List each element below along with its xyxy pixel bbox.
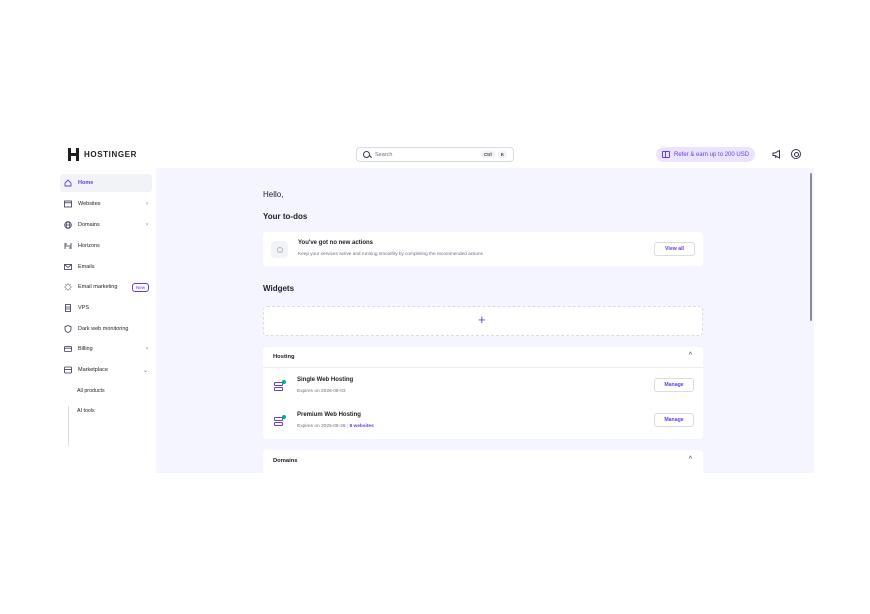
sidebar-item-label: Domains (78, 222, 100, 228)
shortcut-key-k: K (497, 151, 507, 158)
search-bar[interactable]: Search Ctrl K (356, 147, 514, 162)
marketing-icon (64, 283, 72, 291)
divider (263, 367, 703, 368)
hosting-expiry: Expires on 2026-08-03 (297, 389, 346, 394)
megaphone-icon[interactable] (772, 149, 782, 159)
search-input[interactable]: Search (375, 152, 478, 158)
chevron-right-icon: › (146, 201, 148, 207)
submenu-item-ai-tools[interactable]: AI tools (77, 408, 95, 414)
sidebar-item-label: Emails (78, 264, 95, 270)
manage-button[interactable]: Manage (654, 413, 694, 427)
sidebar-item-emails[interactable]: Emails (60, 258, 152, 276)
hosting-plan-name[interactable]: Premium Web Hosting (297, 412, 361, 418)
sidebar-item-dark-web-monitoring[interactable]: Dark web monitoring (60, 320, 152, 338)
sidebar-item-label: Dark web monitoring (78, 326, 129, 332)
main-content: Hello, Your to-dos You've got no new act… (156, 168, 814, 473)
search-icon (363, 150, 371, 159)
hosting-server-icon (274, 415, 286, 427)
sidebar-item-label: Horizons (78, 243, 100, 249)
credit-card-icon (64, 346, 72, 352)
plus-icon: + (478, 312, 486, 327)
app-window: HOSTINGER Search Ctrl K Refer & earn up … (57, 140, 814, 473)
hosting-plan-name[interactable]: Single Web Hosting (297, 377, 353, 383)
horizons-icon (64, 243, 72, 249)
greeting: Hello, (263, 190, 284, 199)
todos-heading: Your to-dos (263, 212, 308, 221)
websites-link[interactable]: 8 websites (349, 424, 373, 429)
chevron-right-icon: › (146, 222, 148, 228)
chevron-down-icon: ⌄ (142, 367, 148, 374)
sidebar-item-label: Email marketing (78, 284, 118, 290)
mail-icon (64, 264, 72, 270)
sidebar-item-vps[interactable]: VPS (60, 299, 152, 317)
gift-icon (662, 151, 670, 158)
hostinger-logo[interactable]: HOSTINGER (68, 148, 137, 161)
store-icon (64, 366, 72, 374)
sidebar-item-label: Billing (78, 346, 93, 352)
refer-earn-button[interactable]: Refer & earn up to 200 USD (656, 147, 756, 162)
scrollbar[interactable] (810, 173, 812, 321)
globe-icon (64, 221, 72, 229)
shield-icon (64, 325, 72, 333)
sidebar-item-marketplace[interactable]: Marketplace ⌄ (60, 361, 152, 379)
sidebar-item-horizons[interactable]: Horizons (60, 237, 152, 255)
collapse-icon[interactable]: ^ (689, 352, 692, 359)
new-badge: New (131, 282, 149, 292)
sidebar-item-label: Marketplace (78, 367, 108, 373)
sidebar: Home Websites › Domains › Horizons Email… (57, 168, 156, 473)
sidebar-item-label: VPS (78, 305, 90, 311)
submenu-item-all-products[interactable]: All products (77, 388, 105, 394)
hosting-title: Hosting (273, 354, 295, 360)
todo-description: Keep your services active and running sm… (298, 251, 483, 256)
refer-earn-label: Refer & earn up to 200 USD (674, 151, 750, 158)
browser-icon (64, 200, 72, 208)
server-icon (65, 304, 71, 312)
home-icon (64, 179, 72, 187)
hosting-server-icon (274, 380, 286, 392)
todo-title: You've got no new actions (298, 240, 373, 246)
account-icon[interactable] (791, 149, 801, 159)
domains-section: Domains ^ (263, 450, 703, 473)
collapse-icon[interactable]: ^ (689, 456, 692, 463)
widgets-heading: Widgets (263, 284, 295, 293)
hosting-section: Hosting ^ Single Web Hosting Expires on … (263, 347, 703, 439)
chevron-right-icon: › (146, 346, 148, 352)
sidebar-item-label: Websites (78, 201, 101, 207)
sidebar-item-billing[interactable]: Billing › (60, 340, 152, 358)
manage-button[interactable]: Manage (654, 378, 694, 392)
submenu-divider (68, 406, 69, 446)
logo-text: HOSTINGER (84, 150, 137, 159)
sidebar-item-websites[interactable]: Websites › (60, 195, 152, 213)
sidebar-item-home[interactable]: Home (60, 174, 152, 192)
todos-card: You've got no new actions Keep your serv… (263, 232, 703, 266)
sidebar-item-email-marketing[interactable]: Email marketing New (60, 278, 152, 296)
view-all-button[interactable]: View all (654, 242, 695, 256)
shortcut-key-ctrl: Ctrl (481, 151, 495, 158)
todo-status-icon (271, 241, 288, 258)
add-widget-area[interactable]: + (263, 306, 703, 336)
hosting-expiry-row: Expires on 2025-08-28 | 8 websites (297, 424, 374, 429)
hostinger-logo-icon (68, 148, 79, 161)
top-header: HOSTINGER Search Ctrl K Refer & earn up … (57, 140, 814, 168)
sidebar-item-domains[interactable]: Domains › (60, 216, 152, 234)
domains-title: Domains (273, 458, 298, 464)
hosting-expiry: Expires on 2025-08-28 (297, 424, 346, 429)
sidebar-item-label: Home (78, 180, 94, 186)
